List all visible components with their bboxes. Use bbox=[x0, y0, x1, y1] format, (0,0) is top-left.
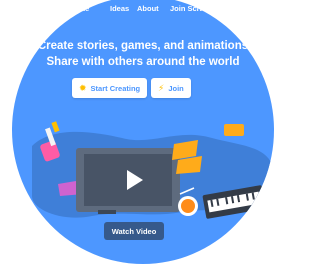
hero-circle: Create Ideas About Join Scratch Create s… bbox=[12, 0, 274, 264]
watch-video-label: Watch Video bbox=[111, 226, 157, 236]
orange-shape bbox=[224, 124, 244, 136]
watch-video-button[interactable]: Watch Video bbox=[104, 222, 164, 240]
